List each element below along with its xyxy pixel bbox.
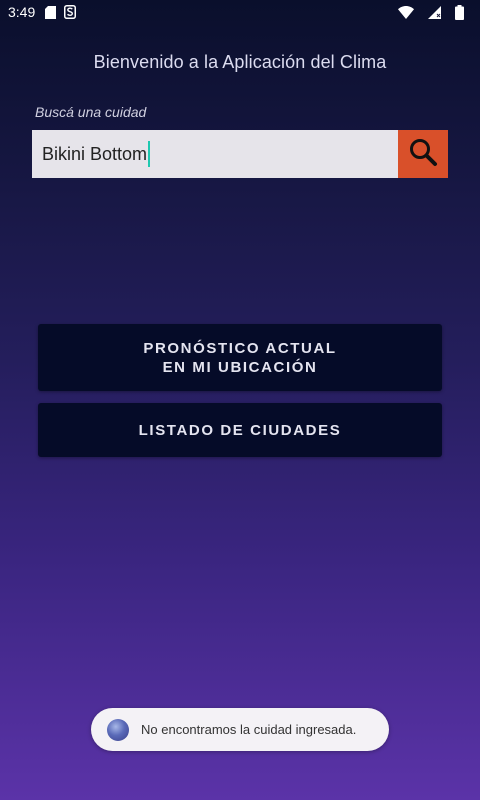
search-button[interactable] bbox=[398, 130, 448, 178]
search-bar: Bikini Bottom bbox=[32, 130, 448, 178]
search-input-value: Bikini Bottom bbox=[42, 143, 148, 164]
current-location-forecast-button[interactable]: PRONÓSTICO ACTUAL EN MI UBICACIÓN bbox=[38, 324, 442, 391]
app-icon bbox=[107, 718, 129, 741]
toast-notification: No encontramos la cuidad ingresada. bbox=[91, 708, 389, 751]
search-label: Buscá una cuidad bbox=[35, 104, 147, 120]
city-list-button[interactable]: LISTADO DE CIUDADES bbox=[38, 403, 442, 457]
current-location-forecast-label: PRONÓSTICO ACTUAL EN MI UBICACIÓN bbox=[143, 339, 337, 376]
sd-card-icon bbox=[45, 5, 57, 19]
signal-icon bbox=[428, 5, 441, 19]
status-bar: 3:49 bbox=[0, 0, 480, 24]
battery-icon bbox=[455, 4, 464, 20]
city-list-label: LISTADO DE CIUDADES bbox=[138, 421, 342, 439]
s-notification-icon bbox=[64, 5, 77, 19]
text-cursor bbox=[148, 141, 151, 167]
wifi-icon bbox=[398, 5, 414, 19]
status-time: 3:49 bbox=[8, 4, 36, 20]
page-title: Bienvenido a la Aplicación del Clima bbox=[93, 52, 387, 72]
toast-message: No encontramos la cuidad ingresada. bbox=[141, 722, 357, 737]
city-search-input[interactable]: Bikini Bottom bbox=[32, 130, 398, 178]
search-icon bbox=[408, 137, 438, 172]
